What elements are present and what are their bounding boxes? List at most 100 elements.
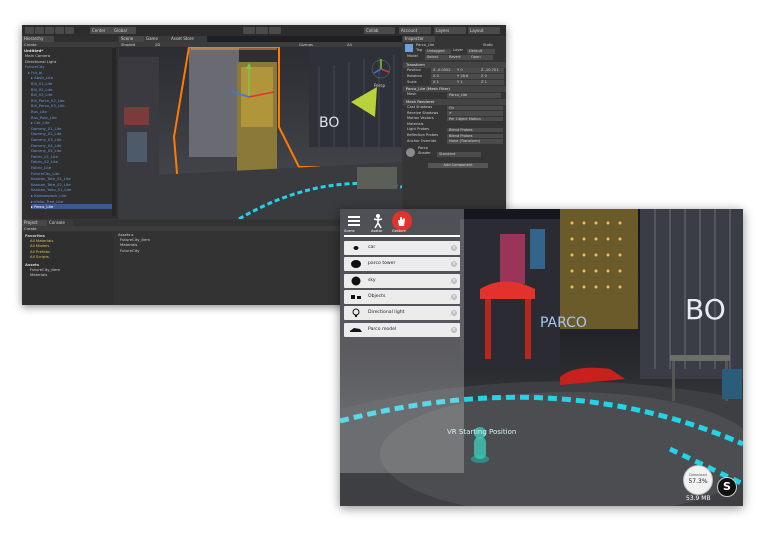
transform-scale-field[interactable]: X 1 xyxy=(431,80,456,85)
hierarchy-item[interactable]: Kanban_Tate_01_Lite xyxy=(31,176,112,181)
layout-dropdown[interactable]: Layout xyxy=(468,27,500,34)
prefab-revert-button[interactable]: Revert xyxy=(447,55,471,60)
hierarchy-item[interactable]: Dammy_02_Lite xyxy=(31,131,112,136)
renderer-property-value[interactable]: On xyxy=(447,105,503,111)
scene-object-item[interactable]: parco tower × xyxy=(344,257,460,272)
close-icon[interactable]: × xyxy=(451,326,457,333)
asset-folder-item[interactable]: Materials xyxy=(30,272,47,277)
space-toggle[interactable]: Global xyxy=(112,27,136,34)
close-icon[interactable]: × xyxy=(451,277,457,284)
hamburger-menu-icon xyxy=(348,216,360,226)
account-dropdown[interactable]: Account xyxy=(399,27,431,34)
pivot-toggle[interactable]: Center xyxy=(90,27,114,34)
hierarchy-item[interactable]: Bill_Parco_02_Lite xyxy=(31,98,112,103)
create-dropdown[interactable]: Create xyxy=(24,42,37,47)
avatar-button[interactable] xyxy=(370,213,386,229)
renderer-property-value[interactable]: ✔ xyxy=(447,111,503,116)
transform-scale-field[interactable]: Y 1 xyxy=(455,80,480,85)
close-icon[interactable]: × xyxy=(451,310,457,317)
collab-dropdown[interactable]: Collab xyxy=(364,27,388,34)
favorite-search-item[interactable]: All Materials xyxy=(30,238,53,243)
hierarchy-item[interactable]: Fabric_01_Lite xyxy=(31,154,112,159)
scene-object-item[interactable]: car × xyxy=(344,241,460,255)
play-button[interactable] xyxy=(243,27,255,41)
prefab-select-button[interactable]: Select xyxy=(425,55,449,60)
download-progress-badge[interactable]: Download 57.3% xyxy=(683,465,713,495)
hierarchy-item[interactable]: Bus_Lite xyxy=(31,109,112,114)
asset-folder-item[interactable]: FutureCity_Item xyxy=(30,267,60,272)
cloud-icon[interactable] xyxy=(387,27,395,34)
close-icon[interactable]: × xyxy=(451,245,457,251)
hierarchy-item[interactable]: Dammy_05_Lite xyxy=(31,148,112,153)
transform-position-field[interactable]: X -0.0502 xyxy=(431,68,456,73)
hierarchy-item[interactable]: FutureCity xyxy=(25,64,112,69)
hand-tool-icon[interactable] xyxy=(25,27,34,34)
hierarchy-item[interactable]: Kanban_Tate_02_Lite xyxy=(31,182,112,187)
tab-inspector[interactable]: Inspector xyxy=(403,36,435,42)
hierarchy-item[interactable]: ▸ Parco_Lite xyxy=(31,204,112,210)
layer-dropdown[interactable]: Default xyxy=(467,49,495,54)
close-icon[interactable]: × xyxy=(451,261,457,268)
favorite-search-item[interactable]: All Scripts xyxy=(30,254,49,259)
renderer-property-value[interactable]: None (Transform) xyxy=(447,139,503,144)
favorite-search-item[interactable]: All Models xyxy=(30,243,49,248)
scene-menu-button[interactable] xyxy=(346,213,362,229)
scale-tool-icon[interactable] xyxy=(55,27,64,34)
pause-button[interactable] xyxy=(256,27,268,41)
hierarchy-item[interactable]: Dammy_04_Lite xyxy=(31,143,112,148)
scene-object-item[interactable]: Objects × xyxy=(344,289,460,304)
hierarchy-item[interactable]: Directional Light xyxy=(25,59,112,64)
gesture-button[interactable] xyxy=(392,211,412,231)
static-checkbox[interactable]: Static xyxy=(483,43,493,49)
hierarchy-item[interactable]: Bill_01_Lite xyxy=(31,81,112,86)
project-file-item[interactable]: FutureCity_Item xyxy=(120,237,150,242)
hierarchy-item[interactable]: ▸ Fut_bl xyxy=(28,70,112,75)
hierarchy-item[interactable]: Dammy_03_Lite xyxy=(31,137,112,142)
move-tool-icon[interactable] xyxy=(35,27,44,34)
hierarchy-item[interactable]: Fabric_Lite xyxy=(31,165,112,170)
hierarchy-item[interactable]: Bill_02_Lite xyxy=(31,87,112,92)
hierarchy-item[interactable]: FutureCity_Lite xyxy=(31,171,112,176)
shader-dropdown[interactable]: Standard xyxy=(437,152,481,157)
mesh-field[interactable]: Parco_Lite xyxy=(447,93,501,98)
hierarchy-item[interactable]: Main Camera xyxy=(25,53,112,58)
rotate-tool-icon[interactable] xyxy=(45,27,54,34)
hierarchy-scrollbar[interactable] xyxy=(112,48,116,216)
hierarchy-item[interactable]: Kanban_Yoko_01_Lite xyxy=(31,187,112,192)
add-component-button[interactable]: Add Component xyxy=(428,163,488,168)
brand-button[interactable]: S xyxy=(717,477,737,497)
hierarchy-item[interactable]: Dammy_01_Lite xyxy=(31,126,112,131)
renderer-property-value[interactable]: Per Object Motion xyxy=(447,116,503,122)
scene-object-item[interactable]: sky × xyxy=(344,273,460,288)
renderer-property-value[interactable]: Blend Probes xyxy=(447,133,503,139)
scene-viewport[interactable]: BO Persp xyxy=(119,47,402,219)
layers-dropdown[interactable]: Layers xyxy=(434,27,466,34)
hierarchy-item[interactable]: ▸ Car_Lite xyxy=(31,120,112,125)
scene-object-item[interactable]: Parco model × xyxy=(344,322,460,337)
transform-position-field[interactable]: Z -10.701 xyxy=(479,68,504,73)
prefab-open-button[interactable]: Open xyxy=(469,55,493,60)
hierarchy-item[interactable]: ▸ Kinko_Tree_Lite xyxy=(31,199,112,204)
favorite-search-item[interactable]: All Prefabs xyxy=(30,249,50,254)
rect-tool-icon[interactable] xyxy=(65,27,74,34)
hierarchy-item[interactable]: Fabric_02_Lite xyxy=(31,159,112,164)
mesh-filter-header[interactable]: Parco_Lite (Mesh Filter) xyxy=(403,86,506,92)
project-create-dropdown[interactable]: Create xyxy=(24,226,37,231)
hierarchy-item[interactable]: Bill_03_Lite xyxy=(31,92,112,97)
close-icon[interactable]: × xyxy=(451,293,457,300)
transform-rotation-field[interactable]: Y 28.6 xyxy=(455,74,480,79)
renderer-property-value[interactable]: Blend Probes xyxy=(447,127,503,133)
step-button[interactable] xyxy=(269,27,281,41)
transform-rotation-field[interactable]: Z 0 xyxy=(479,74,504,79)
transform-position-field[interactable]: Y 0 xyxy=(455,68,480,73)
scene-object-item[interactable]: Directional light × xyxy=(344,306,460,321)
project-file-item[interactable]: FutureCity xyxy=(120,248,140,253)
hierarchy-item[interactable]: ▸ Abstr_Lite xyxy=(31,75,112,80)
tag-dropdown[interactable]: Untagged xyxy=(425,49,451,54)
project-file-item[interactable]: Materials xyxy=(120,242,137,247)
transform-rotation-field[interactable]: X 0 xyxy=(431,74,456,79)
hierarchy-item[interactable]: Bill_Parco_03_Lite xyxy=(31,103,112,108)
hierarchy-item[interactable]: ▸ Kanbanpack_Lite xyxy=(31,193,112,198)
hierarchy-item[interactable]: Bus_Pole_Lite xyxy=(31,115,112,120)
transform-scale-field[interactable]: Z 1 xyxy=(479,80,504,85)
